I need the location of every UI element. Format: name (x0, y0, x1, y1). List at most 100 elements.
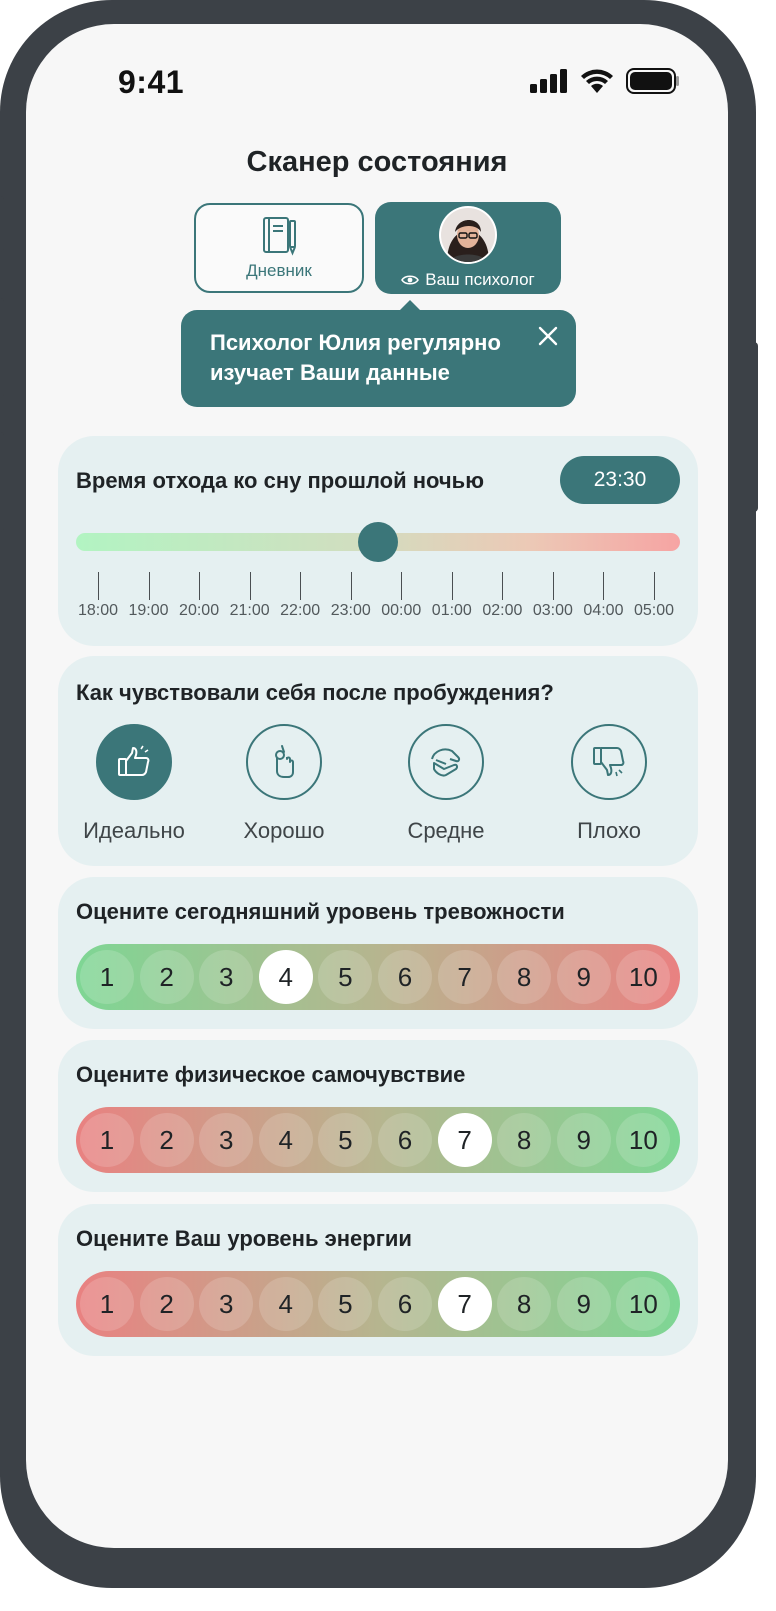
feeling-option-average[interactable]: Средне (376, 724, 516, 844)
tab-psychologist-text: Ваш психолог (425, 270, 535, 289)
slider-tick-label: 18:00 (77, 602, 119, 619)
anxiety-card: Оцените сегодняшний уровень тревожности … (58, 877, 698, 1029)
close-icon[interactable] (536, 324, 560, 348)
slider-tick (148, 572, 150, 600)
physical-rating-6[interactable]: 6 (377, 1113, 432, 1167)
anxiety-rating-4[interactable]: 4 (258, 950, 313, 1004)
energy-rating-1[interactable]: 1 (80, 1277, 134, 1331)
tab-diary[interactable]: Дневник (194, 203, 364, 293)
slider-tick (502, 572, 504, 600)
slider-tick (199, 572, 201, 600)
power-button (750, 342, 758, 512)
thumbs-down-icon (593, 747, 625, 777)
ok-hand-icon (275, 745, 294, 778)
slider-tick (350, 572, 352, 600)
anxiety-rating-10[interactable]: 10 (616, 950, 671, 1004)
energy-rating-5[interactable]: 5 (318, 1277, 373, 1331)
sleep-time-value[interactable]: 23:30 (560, 456, 680, 504)
anxiety-rating-5[interactable]: 5 (318, 950, 373, 1004)
notebook-icon (263, 217, 296, 256)
volume-down-button (0, 432, 4, 532)
energy-rating-4[interactable]: 4 (258, 1277, 313, 1331)
slider-tick-label: 02:00 (482, 602, 523, 619)
volume-up-button (0, 298, 4, 398)
tab-psychologist[interactable]: Ваш психолог (375, 202, 561, 294)
physical-rating-8[interactable]: 8 (497, 1113, 552, 1167)
physical-rating-2[interactable]: 2 (139, 1113, 194, 1167)
page-title: Сканер состояния (246, 146, 508, 178)
slider-tick (451, 572, 453, 600)
anxiety-rating-6[interactable]: 6 (377, 950, 432, 1004)
signal-icon (530, 69, 567, 93)
feeling-label-good: Хорошо (243, 818, 325, 843)
feeling-circle (571, 724, 647, 800)
physical-rating-5[interactable]: 5 (318, 1113, 373, 1167)
anxiety-rating-1[interactable]: 1 (80, 950, 134, 1004)
physical-card: Оцените физическое самочувствие 12345678… (58, 1040, 698, 1192)
avatar-photo-icon (441, 208, 495, 262)
anxiety-rating-7[interactable]: 7 (437, 950, 492, 1004)
slider-tick (654, 572, 655, 600)
tab-diary-label: Дневник (246, 261, 312, 280)
feeling-option-bad[interactable]: Плохо (539, 724, 679, 844)
anxiety-scale: 1 2 3 4 5 6 7 8 9 10 (76, 944, 680, 1010)
mute-switch (0, 196, 4, 252)
energy-rating-2[interactable]: 2 (139, 1277, 194, 1331)
slider-tick (552, 572, 554, 600)
feeling-circle (246, 724, 322, 800)
slider-tick (249, 572, 251, 600)
slider-tick-label: 21:00 (229, 602, 270, 619)
slider-tick-label: 03:00 (532, 602, 573, 619)
feeling-option-perfect[interactable]: Идеально (64, 724, 204, 844)
physical-rating-7[interactable]: 7 (437, 1113, 492, 1167)
status-icons (530, 68, 680, 94)
energy-card: Оцените Ваш уровень энергии 1 2 3 4 5 6 7 8 9 10 (58, 1204, 698, 1356)
physical-rating-9[interactable]: 9 (556, 1113, 611, 1167)
tooltip-text: Психолог Юлия регулярно изучает Ваши дан… (210, 330, 501, 385)
wake-feeling-title: Как чувствовали себя после пробуждения? (76, 680, 554, 705)
psychologist-avatar (439, 206, 497, 264)
sleep-time-slider[interactable] (76, 522, 680, 562)
slider-tick-label: 05:00 (633, 602, 675, 619)
feeling-option-good[interactable]: Хорошо (214, 724, 354, 844)
physical-rating-10[interactable]: 10 (616, 1113, 671, 1167)
anxiety-title: Оцените сегодняшний уровень тревожности (76, 899, 565, 924)
so-so-hand-icon (431, 748, 461, 777)
battery-icon (626, 68, 679, 94)
anxiety-rating-2[interactable]: 2 (139, 950, 194, 1004)
energy-rating-10[interactable]: 10 (616, 1277, 671, 1331)
wifi-icon (581, 69, 613, 93)
sleep-time-card: Время отхода ко сну прошлой ночью 23:30 … (58, 436, 698, 646)
energy-rating-3[interactable]: 3 (199, 1277, 254, 1331)
slider-tick-label: 23:00 (330, 602, 371, 619)
anxiety-rating-8[interactable]: 8 (497, 950, 552, 1004)
thumbs-up-icon (118, 745, 150, 776)
energy-rating-6[interactable]: 6 (377, 1277, 432, 1331)
slider-tick-label: 22:00 (280, 602, 321, 619)
physical-rating-1[interactable]: 1 (80, 1113, 134, 1167)
slider-tick-label: 19:00 (128, 602, 169, 619)
screen: 9:41 Сканер состояния Дневник Ваш психол… (26, 24, 728, 1548)
slider-tick (401, 572, 403, 600)
anxiety-rating-3[interactable]: 3 (199, 950, 254, 1004)
energy-rating-8[interactable]: 8 (497, 1277, 552, 1331)
physical-rating-3[interactable]: 3 (199, 1113, 254, 1167)
feeling-label-perfect: Идеально (83, 818, 185, 843)
slider-thumb[interactable] (358, 522, 398, 562)
status-time: 9:41 (118, 64, 185, 100)
energy-rating-7[interactable]: 7 (437, 1277, 492, 1331)
anxiety-rating-9[interactable]: 9 (556, 950, 611, 1004)
slider-tick-label: 20:00 (179, 602, 220, 619)
physical-title: Оцените физическое самочувствие (76, 1062, 466, 1087)
slider-tick (300, 572, 302, 600)
slider-tick-label: 00:00 (381, 602, 422, 619)
tab-psychologist-label: Ваш психолог (401, 270, 535, 290)
slider-tick-label: 01:00 (431, 602, 472, 619)
energy-rating-9[interactable]: 9 (556, 1277, 611, 1331)
eye-icon (401, 275, 420, 285)
sleep-time-title: Время отхода ко сну прошлой ночью (76, 468, 484, 493)
physical-rating-4[interactable]: 4 (258, 1113, 313, 1167)
feeling-label-average: Средне (407, 818, 485, 843)
slider-tick (603, 572, 605, 600)
energy-scale: 1 2 3 4 5 6 7 8 9 10 (76, 1271, 680, 1337)
